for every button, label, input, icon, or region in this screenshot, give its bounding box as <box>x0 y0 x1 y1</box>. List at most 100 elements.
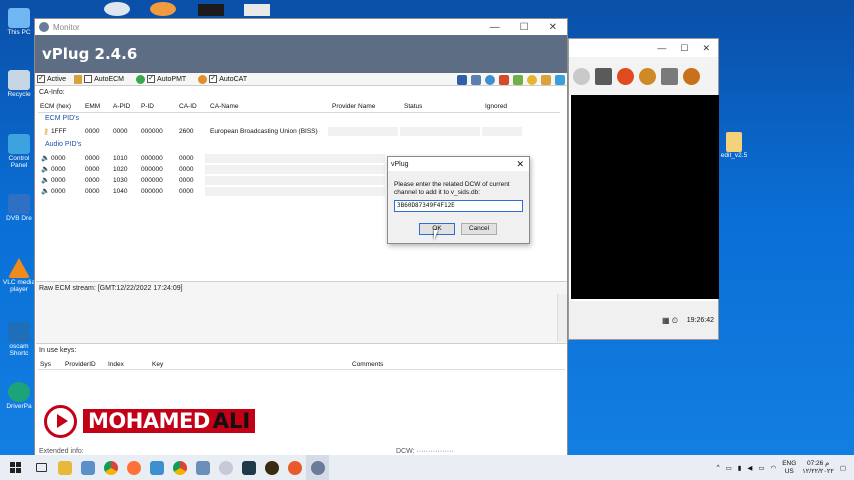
maximize-button[interactable]: ☐ <box>520 22 529 33</box>
dvb-dream-icon <box>8 194 30 214</box>
minimize-button[interactable]: — <box>490 22 500 33</box>
checkbox-unchecked-icon <box>84 75 93 83</box>
app-gear-icon <box>39 22 49 32</box>
taskbar-app[interactable] <box>237 455 260 480</box>
video-area[interactable] <box>571 95 719 299</box>
player-statusbar: ▦ ⏲ 19:26:42 <box>569 301 718 339</box>
pen-icon[interactable] <box>513 75 523 85</box>
desktop-icon-recycle-bin[interactable]: Recycle <box>2 70 36 98</box>
desktop-icon-this-pc[interactable]: This PC <box>2 8 36 36</box>
taskbar-app[interactable] <box>260 455 283 480</box>
player-time: 19:26:42 <box>686 317 714 324</box>
file-explorer-icon <box>57 460 72 475</box>
cat-icon <box>198 74 208 84</box>
app-icon <box>287 460 302 475</box>
desktop-file-icon[interactable]: edit_v2.5 <box>714 132 754 159</box>
window-titlebar: Monitor — ☐ ✕ <box>35 19 567 35</box>
app-icon <box>149 460 164 475</box>
desktop-app-icon[interactable] <box>150 2 176 16</box>
desktop-app-icon[interactable] <box>244 4 270 16</box>
clock[interactable]: 07:26 م ١٢/٢٢/٢٠٢٢ <box>802 460 834 476</box>
settings-gear-icon[interactable] <box>683 67 700 85</box>
vertical-scrollbar[interactable] <box>557 294 567 342</box>
network-icon[interactable]: ▭ <box>726 464 732 472</box>
taskbar-app[interactable] <box>99 455 122 480</box>
firefox-icon <box>126 460 141 475</box>
status-icons: ▦ ⏲ <box>661 316 678 325</box>
ca-info-label: CA-Info: <box>39 89 65 96</box>
star-icon[interactable] <box>527 75 537 85</box>
speaker-icon: 🔈 <box>41 155 50 162</box>
play-icon <box>44 404 77 438</box>
taskbar-app[interactable] <box>145 455 168 480</box>
taskbar-app[interactable] <box>76 455 99 480</box>
driverpack-icon <box>8 382 30 402</box>
app-icon <box>80 460 95 475</box>
desktop-icon-driverpack[interactable]: DriverPa <box>2 382 36 410</box>
clock-icon[interactable] <box>639 67 656 85</box>
close-button[interactable]: ✕ <box>549 22 557 33</box>
raw-ecm-label: Raw ECM stream: [GMT:12/22/2022 17:24:09… <box>39 285 183 292</box>
maximize-button[interactable]: ☐ <box>680 43 688 54</box>
autoecm-checkbox[interactable]: AutoECM <box>74 74 124 84</box>
app-banner: vPlug 2.4.6 <box>35 35 567 73</box>
chevron-up-icon[interactable]: ^ <box>717 464 720 471</box>
taskbar-app-active[interactable] <box>306 455 329 480</box>
dialog-close-button[interactable]: ✕ <box>516 159 529 170</box>
desktop-app-icon[interactable] <box>104 2 130 16</box>
dialog-title: vPlug <box>391 160 409 168</box>
ecm-pids-group: ECM PID's <box>45 115 80 122</box>
cancel-button[interactable]: Cancel <box>461 223 497 235</box>
dialog-body: Please enter the related DCW of current … <box>388 171 529 243</box>
autocat-checkbox[interactable]: ✓ AutoCAT <box>198 74 247 84</box>
notification-icon[interactable]: ▢ <box>840 464 846 472</box>
desktop-icon-vlc[interactable]: VLC media player <box>2 258 36 293</box>
dialog-titlebar: vPlug ✕ <box>388 157 529 171</box>
start-button[interactable] <box>0 455 30 480</box>
refresh-icon[interactable] <box>555 75 565 85</box>
toolbar-right-buttons <box>457 75 565 85</box>
app-icon <box>218 460 233 475</box>
taskbar-app[interactable] <box>214 455 237 480</box>
image-icon[interactable] <box>471 75 481 85</box>
battery-icon[interactable]: ▭ <box>758 464 764 472</box>
taskbar-app[interactable] <box>53 455 76 480</box>
list-icon[interactable] <box>661 67 678 85</box>
key-icon: ⚷ <box>43 127 49 136</box>
desktop-app-icon[interactable] <box>198 4 224 16</box>
language-indicator[interactable]: ENG US <box>782 460 796 476</box>
microphone-icon[interactable]: ▮ <box>738 464 742 472</box>
taskbar-app[interactable] <box>168 455 191 480</box>
desktop-icon-oscam[interactable]: oscam Shortc <box>2 322 36 357</box>
edit-icon[interactable] <box>499 75 509 85</box>
record-icon[interactable] <box>617 67 634 85</box>
active-checkbox[interactable]: ✓ Active <box>37 75 66 83</box>
watermark-logo: MOHAMED ALI <box>44 404 258 438</box>
taskbar-app[interactable] <box>122 455 145 480</box>
speaker-icon: 🔈 <box>41 177 50 184</box>
dcw-input[interactable]: 3B60D87349F4F12E <box>394 200 523 212</box>
taskbar-app[interactable] <box>283 455 306 480</box>
oscam-icon <box>8 322 30 342</box>
taskbar: ^ ▭ ▮ ◀ ▭ ◠ ENG US 07:26 م ١٢/٢٢/٢٠٢٢ ▢ <box>0 455 854 480</box>
folder-icon[interactable] <box>541 75 551 85</box>
autopmt-checkbox[interactable]: ✓ AutoPMT <box>136 74 186 84</box>
task-view-button[interactable] <box>30 455 53 480</box>
wifi-icon[interactable]: ◠ <box>771 464 777 472</box>
disc-icon[interactable] <box>573 67 590 85</box>
minimize-button[interactable]: — <box>657 43 666 53</box>
checkbox-checked-icon: ✓ <box>209 75 218 83</box>
desktop-icon-control-panel[interactable]: Control Panel <box>2 134 36 169</box>
desktop-icon-dvb-dream[interactable]: DVB Dre <box>2 194 36 222</box>
taskbar-app[interactable] <box>191 455 214 480</box>
control-panel-icon <box>8 134 30 154</box>
pencil-icon <box>74 74 83 84</box>
window-title: Monitor <box>53 22 80 32</box>
player-titlebar: — ☐ ✕ <box>569 39 718 57</box>
globe-icon[interactable] <box>485 75 495 85</box>
volume-icon[interactable]: ◀ <box>747 464 752 472</box>
close-button[interactable]: ✕ <box>702 43 710 54</box>
save-icon[interactable] <box>457 75 467 85</box>
grid-icon[interactable] <box>595 67 612 85</box>
task-view-icon <box>36 463 47 472</box>
